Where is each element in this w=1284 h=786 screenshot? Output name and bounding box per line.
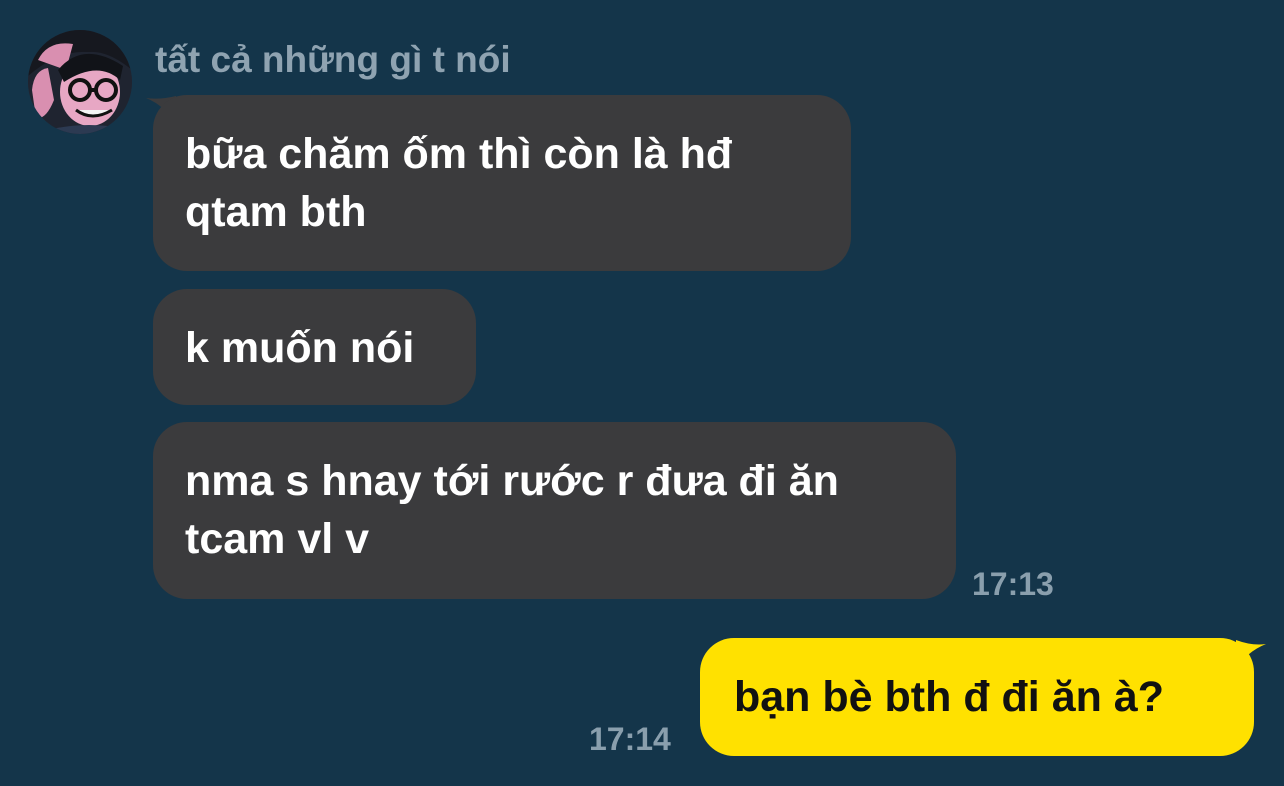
outgoing-bubble-tail	[1236, 640, 1266, 670]
message-text: nma s hnay tới rước r đưa đi ăn tcam vl …	[185, 457, 839, 563]
message-text: bạn bè bth đ đi ăn à?	[734, 673, 1164, 721]
message-bubble[interactable]: bữa chăm ốm thì còn là hđ qtam bth	[153, 95, 851, 271]
message-timestamp: 17:14	[589, 721, 671, 757]
avatar-icon	[28, 30, 132, 134]
message-bubble[interactable]: nma s hnay tới rước r đưa đi ăn tcam vl …	[153, 422, 956, 599]
message-bubble[interactable]: k muốn nói	[153, 289, 476, 405]
message-text: bữa chăm ốm thì còn là hđ qtam bth	[185, 130, 733, 236]
message-text: k muốn nói	[185, 324, 415, 372]
chat-view: tất cả những gì t nói bữa chăm ốm thì cò…	[0, 0, 1284, 786]
avatar[interactable]	[28, 30, 132, 134]
message-bubble-outgoing[interactable]: bạn bè bth đ đi ăn à?	[700, 638, 1254, 756]
sender-name: tất cả những gì t nói	[155, 39, 511, 80]
message-timestamp: 17:13	[972, 566, 1054, 602]
